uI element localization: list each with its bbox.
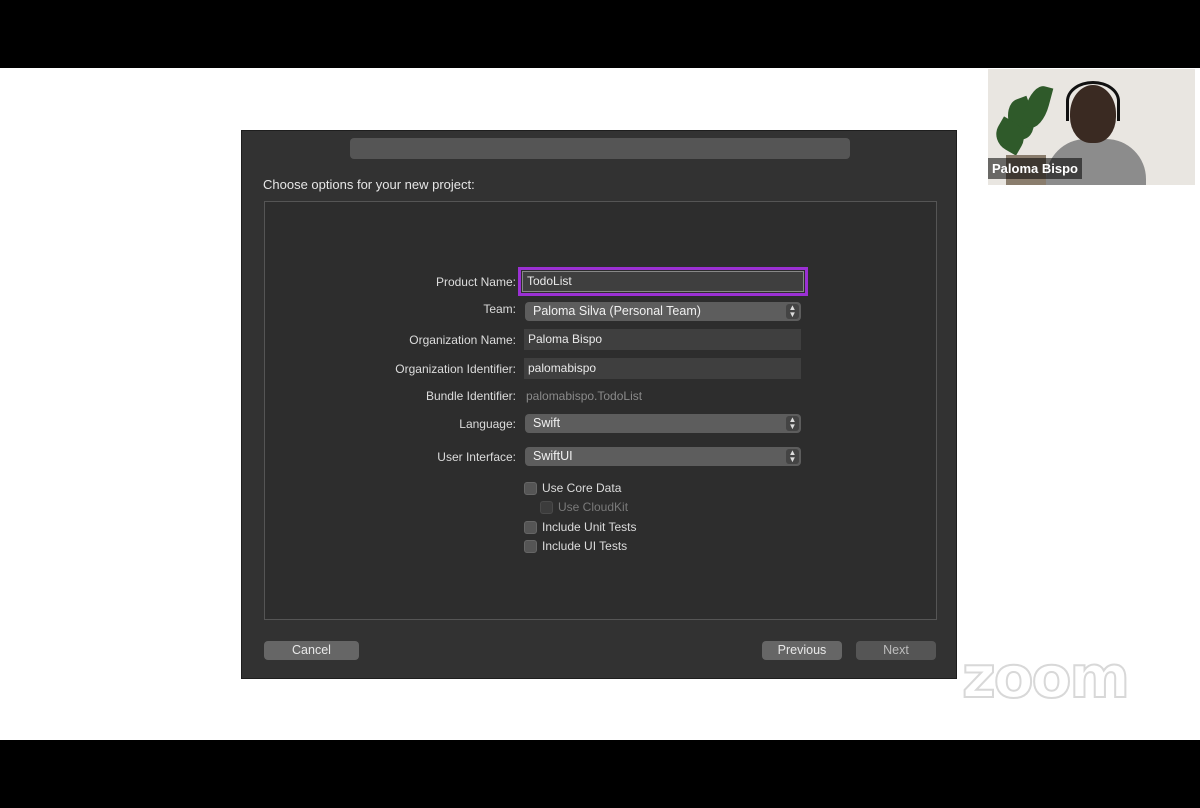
organization-identifier-label: Organization Identifier: [395, 362, 516, 376]
letterbox-top [0, 0, 1200, 68]
bundle-identifier-value: palomabispo.TodoList [526, 389, 643, 403]
product-name-field[interactable]: TodoList [518, 267, 808, 296]
zoom-watermark: zoom [961, 643, 1131, 711]
organization-identifier-field[interactable]: palomabispo [524, 358, 801, 379]
participant-video[interactable]: Paloma Bispo [988, 69, 1195, 185]
product-name-label: Product Name: [435, 275, 516, 289]
use-core-data-checkbox[interactable]: Use Core Data [524, 481, 621, 495]
team-value: Paloma Silva (Personal Team) [533, 304, 701, 318]
bundle-identifier-label: Bundle Identifier: [425, 389, 516, 403]
checkbox-box [524, 520, 537, 534]
chevron-up-down-icon: ▲ ▼ [786, 449, 799, 464]
cancel-button[interactable]: Cancel [264, 641, 359, 660]
organization-name-label: Organization Name: [409, 333, 516, 347]
include-unit-tests-checkbox[interactable]: Include Unit Tests [524, 520, 637, 534]
chevron-up-down-icon: ▲ ▼ [786, 304, 799, 319]
headset-icon [1066, 81, 1120, 121]
checkbox-box [540, 500, 553, 514]
include-ui-tests-checkbox[interactable]: Include UI Tests [524, 539, 627, 553]
organization-name-field[interactable]: Paloma Bispo [524, 329, 801, 350]
chevron-up-down-icon: ▲ ▼ [786, 416, 799, 431]
include-ui-tests-label: Include UI Tests [542, 539, 628, 553]
team-popup[interactable]: Paloma Silva (Personal Team) ▲ ▼ [525, 302, 801, 321]
use-core-data-label: Use Core Data [542, 481, 622, 495]
new-project-dialog: Choose options for your new project: Pro… [241, 130, 957, 679]
use-cloudkit-checkbox: Use CloudKit [540, 500, 628, 514]
user-interface-popup[interactable]: SwiftUI ▲ ▼ [525, 447, 801, 466]
user-interface-label: User Interface: [437, 450, 516, 464]
user-interface-value: SwiftUI [533, 449, 573, 463]
dialog-title: Choose options for your new project: [263, 177, 475, 192]
options-panel [264, 201, 937, 620]
dialog-titlebar [350, 138, 850, 159]
participant-name: Paloma Bispo [988, 158, 1082, 179]
checkbox-box [524, 481, 537, 495]
letterbox-bottom [0, 740, 1200, 808]
include-unit-tests-label: Include Unit Tests [542, 520, 637, 534]
language-popup[interactable]: Swift ▲ ▼ [525, 414, 801, 433]
previous-button[interactable]: Previous [762, 641, 842, 660]
use-cloudkit-label: Use CloudKit [558, 500, 629, 514]
language-label: Language: [459, 417, 516, 431]
checkbox-box [524, 539, 537, 553]
next-button[interactable]: Next [856, 641, 936, 660]
plant-leaf [1020, 82, 1054, 132]
team-label: Team: [483, 302, 516, 316]
language-value: Swift [533, 416, 561, 430]
